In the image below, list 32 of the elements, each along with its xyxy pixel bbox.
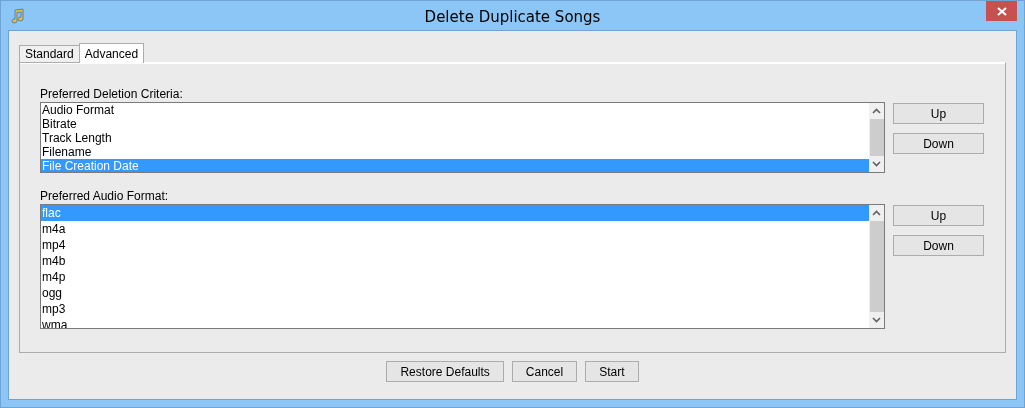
close-icon (996, 6, 1007, 16)
list-label: Preferred Audio Format: (40, 189, 170, 203)
scroll-down-icon[interactable] (872, 161, 881, 167)
dialog-button[interactable]: Start (585, 361, 639, 382)
scrollbar[interactable] (869, 205, 884, 328)
list-item[interactable]: Audio Format (41, 103, 869, 117)
scroll-up-icon[interactable] (872, 210, 881, 216)
down-button[interactable]: Down (893, 235, 984, 256)
dialog-button[interactable]: Restore Defaults (386, 361, 504, 382)
list-item[interactable]: ogg (41, 285, 869, 301)
list-item[interactable]: m4p (41, 269, 869, 285)
music-note-icon (10, 7, 26, 24)
list-item[interactable]: m4a (41, 221, 869, 237)
tab[interactable]: Standard (19, 45, 80, 63)
list-item[interactable]: mp3 (41, 301, 869, 317)
up-button[interactable]: Up (893, 205, 984, 226)
list-label: Preferred Deletion Criteria: (40, 87, 184, 101)
list-item[interactable]: mp4 (41, 237, 869, 253)
dialog-button[interactable]: Cancel (511, 361, 578, 382)
scrollbar[interactable] (869, 103, 884, 172)
scroll-down-icon[interactable] (872, 317, 881, 323)
list-item[interactable]: m4b (41, 253, 869, 269)
scroll-up-icon[interactable] (872, 108, 881, 114)
window-title: Delete Duplicate Songs (424, 8, 601, 26)
list-item[interactable]: Bitrate (41, 117, 869, 131)
tab[interactable]: Advanced (78, 43, 145, 63)
list-item[interactable]: Filename (41, 145, 869, 159)
up-button[interactable]: Up (893, 103, 984, 124)
list-item[interactable]: Track Length (41, 131, 869, 145)
list-box[interactable]: Audio Format Bitrate Track Length Filename File Creation Date (40, 102, 885, 173)
close-button[interactable] (986, 1, 1017, 21)
down-button[interactable]: Down (893, 133, 984, 154)
